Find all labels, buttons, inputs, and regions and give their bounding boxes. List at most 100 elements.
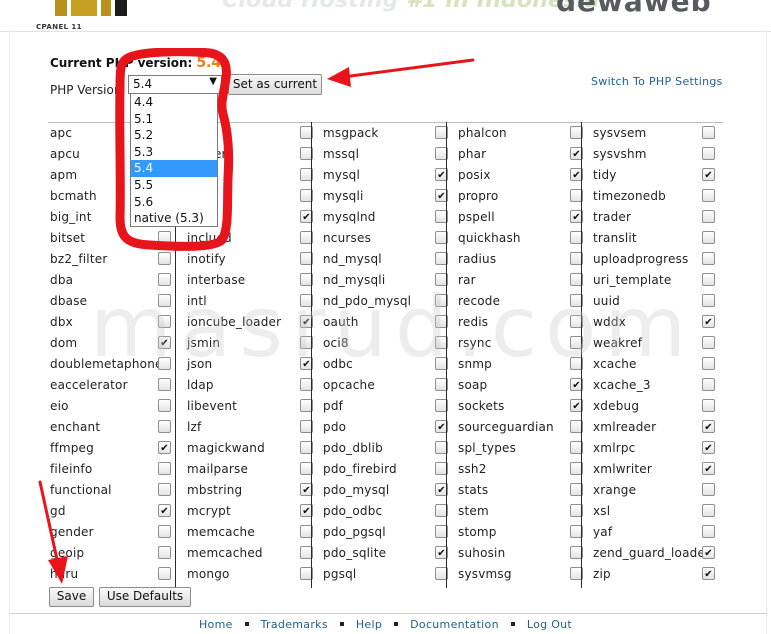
extension-row: ncurses (321, 227, 454, 248)
extension-checkbox[interactable] (702, 399, 715, 412)
extension-name: redis (458, 315, 489, 329)
extension-checkbox[interactable] (158, 567, 171, 580)
php-version-option[interactable]: 5.3 (131, 144, 217, 161)
extension-name: phalcon (458, 126, 507, 140)
extension-checkbox[interactable] (702, 315, 715, 328)
extension-row: phalcon (456, 122, 589, 143)
extension-name: inclued (187, 231, 232, 245)
extension-name: xmlreader (593, 420, 657, 434)
footer-link[interactable]: Trademarks (261, 618, 328, 631)
extension-row: ffmpeg (48, 437, 177, 458)
extension-checkbox[interactable] (702, 294, 715, 307)
footer-link[interactable]: Documentation (410, 618, 499, 631)
extension-column: msgpack mssql mysql mysqli mysqlnd ncurses nd_… (321, 122, 454, 588)
footer-link[interactable]: Help (356, 618, 382, 631)
php-version-option[interactable]: 5.4 (131, 160, 217, 177)
extension-checkbox[interactable] (158, 483, 171, 496)
extension-checkbox[interactable] (702, 189, 715, 202)
php-version-option[interactable]: 5.6 (131, 194, 217, 211)
extension-name: pdo (323, 420, 347, 434)
extension-checkbox[interactable] (702, 210, 715, 223)
extension-row: stomp (456, 521, 589, 542)
extension-checkbox[interactable] (702, 462, 715, 475)
extension-checkbox[interactable] (702, 546, 715, 559)
extension-checkbox[interactable] (702, 147, 715, 160)
extension-checkbox[interactable] (158, 252, 171, 265)
extension-row: sockets (456, 395, 589, 416)
extension-name: apc (50, 126, 73, 140)
extension-name: pdo_pgsql (323, 525, 386, 539)
extension-name: ffmpeg (50, 441, 94, 455)
extension-checkbox[interactable] (158, 399, 171, 412)
php-version-option[interactable]: 4.4 (131, 94, 217, 111)
extension-checkbox[interactable] (702, 525, 715, 538)
extension-checkbox[interactable] (702, 441, 715, 454)
extension-name: uuid (593, 294, 620, 308)
extension-row: sysvsem (591, 122, 721, 143)
extension-row: magickwand (185, 437, 319, 458)
extension-checkbox[interactable] (702, 504, 715, 517)
extension-checkbox[interactable] (158, 231, 171, 244)
extension-row: pdo_dblib (321, 437, 454, 458)
extension-checkbox[interactable] (702, 357, 715, 370)
php-version-option[interactable]: 5.5 (131, 177, 217, 194)
extension-checkbox[interactable] (158, 294, 171, 307)
extension-name: libevent (187, 399, 238, 413)
footer-link[interactable]: Home (199, 618, 233, 631)
extension-row: fileinfo (48, 458, 177, 479)
footer-divider (10, 613, 767, 614)
extension-row: snmp (456, 353, 589, 374)
extension-name: stats (458, 483, 489, 497)
extension-name: trader (593, 210, 632, 224)
extension-checkbox[interactable] (702, 252, 715, 265)
set-as-current-button[interactable]: Set as current (228, 74, 322, 95)
extension-name: timezonedb (593, 189, 666, 203)
extension-row: xmlreader (591, 416, 721, 437)
extension-row: stem (456, 500, 589, 521)
extension-checkbox[interactable] (702, 231, 715, 244)
tagline-text: Cloud Hosting (222, 0, 407, 13)
extension-name: nd_pdo_mysql (323, 294, 412, 308)
extension-checkbox[interactable] (158, 441, 171, 454)
extension-name: dbase (50, 294, 88, 308)
extension-row: enchant (48, 416, 177, 437)
extension-checkbox[interactable] (158, 525, 171, 538)
footer-link[interactable]: Log Out (527, 618, 572, 631)
php-version-option[interactable]: 5.2 (131, 127, 217, 144)
extension-row: jsmin (185, 332, 319, 353)
php-version-option[interactable]: native (5.3) (131, 210, 217, 227)
extension-checkbox[interactable] (158, 504, 171, 517)
extension-name: pdo_firebird (323, 462, 397, 476)
extension-name: recode (458, 294, 501, 308)
extension-checkbox[interactable] (158, 357, 171, 370)
extension-checkbox[interactable] (702, 483, 715, 496)
extension-name: intl (187, 294, 207, 308)
extension-checkbox[interactable] (158, 546, 171, 559)
extension-name: radius (458, 252, 497, 266)
extension-checkbox[interactable] (702, 168, 715, 181)
extension-row: wddx (591, 311, 721, 332)
extension-checkbox[interactable] (702, 420, 715, 433)
save-button[interactable]: Save (49, 587, 94, 607)
extension-row: inclued (185, 227, 319, 248)
php-version-select[interactable]: 5.4 ▼ (128, 75, 222, 94)
extension-checkbox[interactable] (158, 420, 171, 433)
extension-row: sysvmsg (456, 563, 589, 584)
extension-checkbox[interactable] (158, 315, 171, 328)
extension-checkbox[interactable] (158, 273, 171, 286)
switch-to-php-settings-link[interactable]: Switch To PHP Settings (591, 75, 723, 88)
extension-checkbox[interactable] (702, 378, 715, 391)
extension-checkbox[interactable] (702, 567, 715, 580)
extension-name: memcache (187, 525, 255, 539)
extension-checkbox[interactable] (158, 462, 171, 475)
php-version-options[interactable]: 4.4 5.1 5.2 5.3 5.4 5.5 5.6 native (5.3) (130, 93, 218, 227)
extension-checkbox[interactable] (702, 336, 715, 349)
use-defaults-button[interactable]: Use Defaults (99, 587, 191, 607)
extension-checkbox[interactable] (702, 273, 715, 286)
extension-checkbox[interactable] (158, 378, 171, 391)
extension-checkbox[interactable] (702, 126, 715, 139)
php-version-option[interactable]: 5.1 (131, 111, 217, 128)
extension-checkbox[interactable] (158, 336, 171, 349)
extension-name: ioncube_loader (187, 315, 282, 329)
extension-name: apm (50, 168, 78, 182)
